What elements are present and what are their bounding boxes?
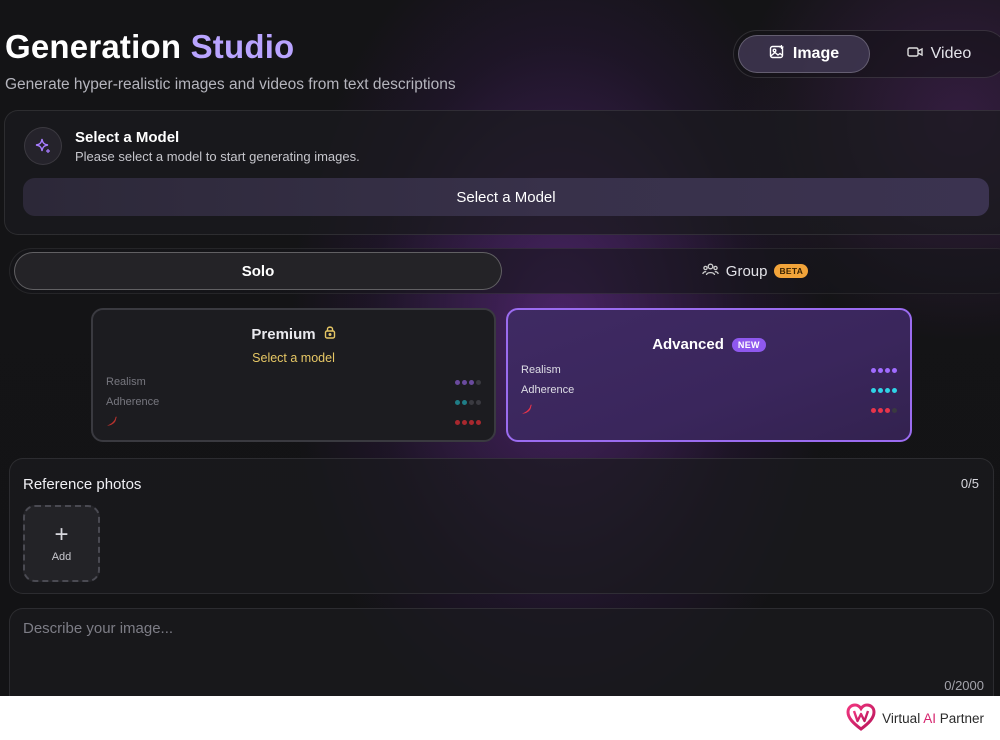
video-mode-label: Video <box>930 45 972 62</box>
brand-name: Virtual AI Partner <box>882 711 984 726</box>
metric-label: Adherence <box>521 384 575 396</box>
premium-metric-spice <box>106 414 481 430</box>
rating-dot-filled <box>462 399 467 405</box>
premium-select-model-link[interactable]: Select a model <box>93 351 494 365</box>
rating-dot-filled <box>469 379 474 385</box>
rating-dot-filled <box>885 407 890 413</box>
rating-dot-filled <box>455 379 460 385</box>
image-icon <box>769 44 785 65</box>
rating-dot-empty <box>892 407 897 413</box>
advanced-metric-spice <box>521 402 897 418</box>
add-label: Add <box>51 550 72 563</box>
rating-dot-empty <box>469 399 474 405</box>
video-mode-button[interactable]: Video <box>884 35 994 73</box>
group-users-icon <box>701 262 719 281</box>
page-title-main: Generation <box>5 28 182 65</box>
reference-photos-title: Reference photos <box>23 476 142 493</box>
rating-dot-filled <box>878 367 883 373</box>
advanced-tier-title-text: Advanced <box>652 336 724 353</box>
rating-dot-empty <box>476 399 481 405</box>
generation-type-toggle: Solo Group BETA <box>9 248 1000 294</box>
rating-dot-filled <box>892 387 897 393</box>
rating-dot-filled <box>462 419 467 425</box>
page-subtitle: Generate hyper-realistic images and vide… <box>5 76 456 93</box>
page-title: Generation Studio <box>5 28 294 66</box>
rating-dot-filled <box>871 407 876 413</box>
video-camera-icon <box>906 45 923 64</box>
premium-tier-card[interactable]: Premium Select a model Realism Adherence <box>91 308 496 442</box>
metric-dots <box>871 407 897 413</box>
advanced-tier-title: Advanced NEW <box>508 336 910 353</box>
brand-ai: AI <box>923 710 936 726</box>
image-mode-label: Image <box>792 45 840 62</box>
group-label: Group <box>725 262 768 280</box>
metric-label: Realism <box>106 376 146 388</box>
add-reference-photo-button[interactable]: + Add <box>23 505 100 582</box>
rating-dot-filled <box>878 407 883 413</box>
premium-metric-adherence: Adherence <box>106 394 481 410</box>
premium-metric-realism: Realism <box>106 374 481 390</box>
metric-dots <box>455 419 481 425</box>
rating-dot-empty <box>476 379 481 385</box>
solo-button[interactable]: Solo <box>14 252 502 290</box>
metric-label: Realism <box>521 364 561 376</box>
reference-photos-panel: Reference photos 0/5 + Add <box>9 458 994 594</box>
lock-icon <box>324 325 336 343</box>
premium-tier-title-text: Premium <box>251 325 316 343</box>
brand-logo: Virtual AI Partner <box>846 702 984 734</box>
metric-dots <box>871 387 897 393</box>
model-select-heading: Select a Model <box>75 129 180 146</box>
rating-dot-filled <box>455 419 460 425</box>
advanced-metric-realism: Realism <box>521 362 897 378</box>
rating-dot-filled <box>476 419 481 425</box>
generation-studio-app: Generation Studio Generate hyper-realist… <box>0 0 1000 696</box>
prompt-input[interactable] <box>10 609 993 696</box>
chili-pepper-icon <box>106 415 118 430</box>
image-mode-button[interactable]: Image <box>738 35 870 73</box>
rating-dot-filled <box>878 387 883 393</box>
rating-dot-filled <box>455 399 460 405</box>
rating-dot-filled <box>885 387 890 393</box>
page-title-accent: Studio <box>190 28 295 65</box>
rating-dot-filled <box>871 367 876 373</box>
footer-watermark-bar: Virtual AI Partner <box>0 696 1000 740</box>
chili-pepper-icon <box>521 403 533 418</box>
media-mode-toggle: Image Video <box>733 30 1000 78</box>
model-select-panel: Select a Model Please select a model to … <box>4 110 1000 235</box>
plus-icon: + <box>54 520 69 548</box>
new-badge: NEW <box>731 337 766 352</box>
heart-logo-icon <box>846 702 876 734</box>
rating-dot-filled <box>469 419 474 425</box>
brand-suffix: Partner <box>935 710 984 726</box>
rating-dot-filled <box>892 367 897 373</box>
metric-dots <box>455 379 481 385</box>
beta-badge: BETA <box>774 264 809 278</box>
sparkle-icon <box>24 127 62 165</box>
premium-tier-title: Premium <box>93 325 494 343</box>
advanced-tier-card[interactable]: Advanced NEW Realism Adherence <box>506 308 912 442</box>
group-button[interactable]: Group BETA <box>510 252 1000 290</box>
model-select-description: Please select a model to start generatin… <box>75 149 360 164</box>
metric-dots <box>871 367 897 373</box>
reference-photos-count: 0/5 <box>960 476 979 491</box>
prompt-panel: 0/2000 <box>9 608 994 696</box>
metric-dots <box>455 399 481 405</box>
metric-label: Adherence <box>106 396 160 408</box>
select-model-button[interactable]: Select a Model <box>23 178 989 216</box>
prompt-char-count: 0/2000 <box>944 678 984 693</box>
rating-dot-filled <box>885 367 890 373</box>
rating-dot-filled <box>871 387 876 393</box>
brand-prefix: Virtual <box>882 710 924 726</box>
advanced-metric-adherence: Adherence <box>521 382 897 398</box>
rating-dot-filled <box>462 379 467 385</box>
